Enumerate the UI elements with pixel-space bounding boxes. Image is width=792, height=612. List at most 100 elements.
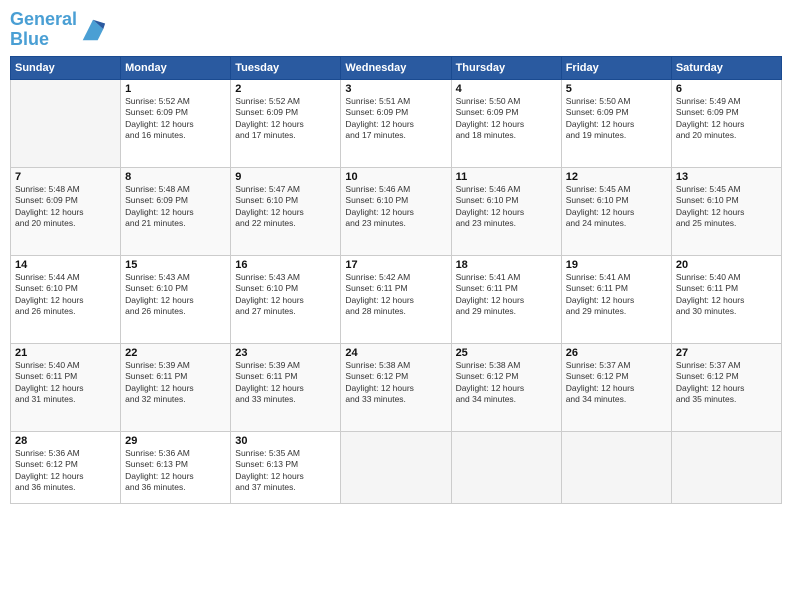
calendar-cell: 6Sunrise: 5:49 AM Sunset: 6:09 PM Daylig… <box>671 79 781 167</box>
calendar-cell: 25Sunrise: 5:38 AM Sunset: 6:12 PM Dayli… <box>451 343 561 431</box>
calendar-cell <box>671 431 781 503</box>
day-number: 30 <box>235 435 336 447</box>
day-info: Sunrise: 5:45 AM Sunset: 6:10 PM Dayligh… <box>676 184 777 230</box>
day-info: Sunrise: 5:36 AM Sunset: 6:13 PM Dayligh… <box>125 448 226 494</box>
day-number: 16 <box>235 259 336 271</box>
day-number: 22 <box>125 347 226 359</box>
calendar-cell: 21Sunrise: 5:40 AM Sunset: 6:11 PM Dayli… <box>11 343 121 431</box>
calendar-cell: 27Sunrise: 5:37 AM Sunset: 6:12 PM Dayli… <box>671 343 781 431</box>
day-number: 10 <box>345 171 446 183</box>
calendar-cell: 5Sunrise: 5:50 AM Sunset: 6:09 PM Daylig… <box>561 79 671 167</box>
day-number: 11 <box>456 171 557 183</box>
day-number: 14 <box>15 259 116 271</box>
day-info: Sunrise: 5:48 AM Sunset: 6:09 PM Dayligh… <box>15 184 116 230</box>
day-number: 21 <box>15 347 116 359</box>
day-info: Sunrise: 5:50 AM Sunset: 6:09 PM Dayligh… <box>456 96 557 142</box>
day-info: Sunrise: 5:42 AM Sunset: 6:11 PM Dayligh… <box>345 272 446 318</box>
column-header-thursday: Thursday <box>451 56 561 79</box>
day-info: Sunrise: 5:43 AM Sunset: 6:10 PM Dayligh… <box>125 272 226 318</box>
calendar-cell: 13Sunrise: 5:45 AM Sunset: 6:10 PM Dayli… <box>671 167 781 255</box>
calendar-cell: 26Sunrise: 5:37 AM Sunset: 6:12 PM Dayli… <box>561 343 671 431</box>
calendar-cell <box>341 431 451 503</box>
calendar-cell: 17Sunrise: 5:42 AM Sunset: 6:11 PM Dayli… <box>341 255 451 343</box>
column-header-saturday: Saturday <box>671 56 781 79</box>
calendar-cell: 14Sunrise: 5:44 AM Sunset: 6:10 PM Dayli… <box>11 255 121 343</box>
column-header-tuesday: Tuesday <box>231 56 341 79</box>
day-number: 5 <box>566 83 667 95</box>
day-info: Sunrise: 5:35 AM Sunset: 6:13 PM Dayligh… <box>235 448 336 494</box>
day-number: 1 <box>125 83 226 95</box>
day-info: Sunrise: 5:52 AM Sunset: 6:09 PM Dayligh… <box>125 96 226 142</box>
calendar-cell: 28Sunrise: 5:36 AM Sunset: 6:12 PM Dayli… <box>11 431 121 503</box>
week-row-2: 7Sunrise: 5:48 AM Sunset: 6:09 PM Daylig… <box>11 167 782 255</box>
week-row-1: 1Sunrise: 5:52 AM Sunset: 6:09 PM Daylig… <box>11 79 782 167</box>
calendar-header-row: SundayMondayTuesdayWednesdayThursdayFrid… <box>11 56 782 79</box>
day-number: 23 <box>235 347 336 359</box>
day-number: 2 <box>235 83 336 95</box>
day-number: 26 <box>566 347 667 359</box>
logo: General Blue <box>10 10 107 50</box>
day-info: Sunrise: 5:46 AM Sunset: 6:10 PM Dayligh… <box>345 184 446 230</box>
calendar-cell: 10Sunrise: 5:46 AM Sunset: 6:10 PM Dayli… <box>341 167 451 255</box>
calendar-cell: 11Sunrise: 5:46 AM Sunset: 6:10 PM Dayli… <box>451 167 561 255</box>
calendar-cell: 18Sunrise: 5:41 AM Sunset: 6:11 PM Dayli… <box>451 255 561 343</box>
calendar-cell <box>11 79 121 167</box>
day-number: 24 <box>345 347 446 359</box>
column-header-monday: Monday <box>121 56 231 79</box>
calendar-cell: 24Sunrise: 5:38 AM Sunset: 6:12 PM Dayli… <box>341 343 451 431</box>
day-info: Sunrise: 5:40 AM Sunset: 6:11 PM Dayligh… <box>676 272 777 318</box>
day-info: Sunrise: 5:43 AM Sunset: 6:10 PM Dayligh… <box>235 272 336 318</box>
day-info: Sunrise: 5:51 AM Sunset: 6:09 PM Dayligh… <box>345 96 446 142</box>
day-info: Sunrise: 5:47 AM Sunset: 6:10 PM Dayligh… <box>235 184 336 230</box>
day-number: 6 <box>676 83 777 95</box>
day-number: 9 <box>235 171 336 183</box>
logo-icon <box>79 16 107 44</box>
day-info: Sunrise: 5:38 AM Sunset: 6:12 PM Dayligh… <box>345 360 446 406</box>
calendar-cell: 22Sunrise: 5:39 AM Sunset: 6:11 PM Dayli… <box>121 343 231 431</box>
day-number: 12 <box>566 171 667 183</box>
day-number: 29 <box>125 435 226 447</box>
day-info: Sunrise: 5:50 AM Sunset: 6:09 PM Dayligh… <box>566 96 667 142</box>
day-number: 18 <box>456 259 557 271</box>
calendar-cell: 30Sunrise: 5:35 AM Sunset: 6:13 PM Dayli… <box>231 431 341 503</box>
day-info: Sunrise: 5:41 AM Sunset: 6:11 PM Dayligh… <box>456 272 557 318</box>
column-header-wednesday: Wednesday <box>341 56 451 79</box>
day-info: Sunrise: 5:45 AM Sunset: 6:10 PM Dayligh… <box>566 184 667 230</box>
calendar-cell: 7Sunrise: 5:48 AM Sunset: 6:09 PM Daylig… <box>11 167 121 255</box>
day-number: 7 <box>15 171 116 183</box>
calendar-cell: 8Sunrise: 5:48 AM Sunset: 6:09 PM Daylig… <box>121 167 231 255</box>
day-number: 8 <box>125 171 226 183</box>
calendar-cell: 9Sunrise: 5:47 AM Sunset: 6:10 PM Daylig… <box>231 167 341 255</box>
calendar-cell: 23Sunrise: 5:39 AM Sunset: 6:11 PM Dayli… <box>231 343 341 431</box>
day-info: Sunrise: 5:39 AM Sunset: 6:11 PM Dayligh… <box>235 360 336 406</box>
day-info: Sunrise: 5:38 AM Sunset: 6:12 PM Dayligh… <box>456 360 557 406</box>
week-row-5: 28Sunrise: 5:36 AM Sunset: 6:12 PM Dayli… <box>11 431 782 503</box>
day-info: Sunrise: 5:44 AM Sunset: 6:10 PM Dayligh… <box>15 272 116 318</box>
calendar-cell: 19Sunrise: 5:41 AM Sunset: 6:11 PM Dayli… <box>561 255 671 343</box>
day-info: Sunrise: 5:48 AM Sunset: 6:09 PM Dayligh… <box>125 184 226 230</box>
day-info: Sunrise: 5:36 AM Sunset: 6:12 PM Dayligh… <box>15 448 116 494</box>
calendar-cell: 1Sunrise: 5:52 AM Sunset: 6:09 PM Daylig… <box>121 79 231 167</box>
day-number: 13 <box>676 171 777 183</box>
week-row-3: 14Sunrise: 5:44 AM Sunset: 6:10 PM Dayli… <box>11 255 782 343</box>
calendar-cell: 20Sunrise: 5:40 AM Sunset: 6:11 PM Dayli… <box>671 255 781 343</box>
column-header-friday: Friday <box>561 56 671 79</box>
week-row-4: 21Sunrise: 5:40 AM Sunset: 6:11 PM Dayli… <box>11 343 782 431</box>
day-info: Sunrise: 5:49 AM Sunset: 6:09 PM Dayligh… <box>676 96 777 142</box>
day-info: Sunrise: 5:37 AM Sunset: 6:12 PM Dayligh… <box>676 360 777 406</box>
calendar-cell <box>561 431 671 503</box>
calendar-cell: 3Sunrise: 5:51 AM Sunset: 6:09 PM Daylig… <box>341 79 451 167</box>
day-info: Sunrise: 5:52 AM Sunset: 6:09 PM Dayligh… <box>235 96 336 142</box>
day-number: 19 <box>566 259 667 271</box>
calendar-cell <box>451 431 561 503</box>
day-info: Sunrise: 5:39 AM Sunset: 6:11 PM Dayligh… <box>125 360 226 406</box>
calendar-cell: 15Sunrise: 5:43 AM Sunset: 6:10 PM Dayli… <box>121 255 231 343</box>
calendar-cell: 12Sunrise: 5:45 AM Sunset: 6:10 PM Dayli… <box>561 167 671 255</box>
calendar-body: 1Sunrise: 5:52 AM Sunset: 6:09 PM Daylig… <box>11 79 782 503</box>
column-header-sunday: Sunday <box>11 56 121 79</box>
calendar-table: SundayMondayTuesdayWednesdayThursdayFrid… <box>10 56 782 504</box>
day-info: Sunrise: 5:40 AM Sunset: 6:11 PM Dayligh… <box>15 360 116 406</box>
calendar-cell: 4Sunrise: 5:50 AM Sunset: 6:09 PM Daylig… <box>451 79 561 167</box>
calendar-cell: 29Sunrise: 5:36 AM Sunset: 6:13 PM Dayli… <box>121 431 231 503</box>
calendar-cell: 2Sunrise: 5:52 AM Sunset: 6:09 PM Daylig… <box>231 79 341 167</box>
